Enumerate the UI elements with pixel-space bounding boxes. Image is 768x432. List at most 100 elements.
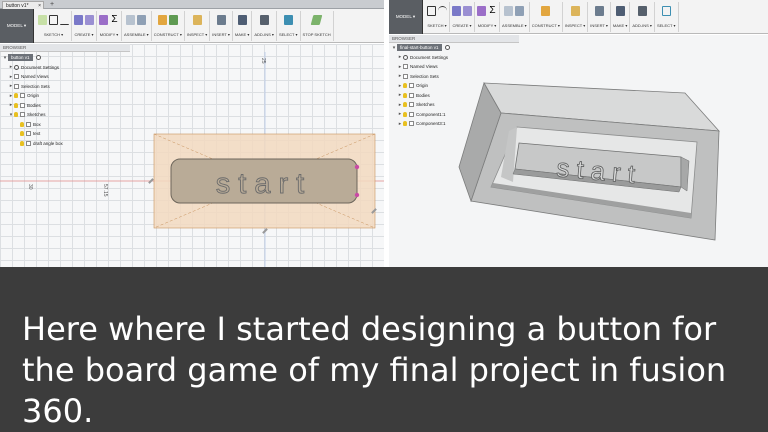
caption-band: Here where I started designing a button … xyxy=(0,267,768,432)
tree-node-origin[interactable]: ▸ Origin xyxy=(389,81,479,91)
tree-node-component3[interactable]: ▸ Component3:1 xyxy=(389,119,479,129)
visibility-bulb-icon[interactable] xyxy=(403,121,407,127)
toolbar-group-inspect[interactable]: INSPECT ▾ xyxy=(185,11,211,41)
tree-node-label: Bodies xyxy=(27,102,41,108)
visibility-bulb-icon[interactable] xyxy=(403,83,407,89)
folder-icon xyxy=(14,83,19,89)
workspace-switcher[interactable]: MODEL ▾ xyxy=(0,9,34,43)
tree-node-label: Box xyxy=(33,121,41,127)
toolbar-group-assemble[interactable]: ASSEMBLE ▾ xyxy=(122,11,152,41)
tree-node-root[interactable]: ▾ final-start-button v1 xyxy=(389,43,479,53)
sketch-point[interactable] xyxy=(354,192,360,198)
toolbar-groups: SKETCH ▾ CREATE ▾ Σ MODIFY ▾ ASSEMBLE ▾ C… xyxy=(425,2,768,32)
sketch-point[interactable] xyxy=(354,164,360,170)
toolbar-group-label: INSERT ▾ xyxy=(590,23,608,28)
toolbar-group-label: CREATE ▾ xyxy=(74,32,94,37)
visibility-bulb-icon[interactable] xyxy=(403,111,407,117)
visibility-bulb-icon[interactable] xyxy=(14,93,18,99)
toolbar-group-add-ins[interactable]: ADD-INS ▾ xyxy=(252,11,277,41)
tree-node-sketch-draft-angle-box[interactable]: draft angle box xyxy=(0,139,90,149)
image-icon xyxy=(216,14,226,25)
tree-node-named-views[interactable]: ▸ Named Views xyxy=(389,62,479,72)
activate-radio-icon[interactable] xyxy=(35,55,41,61)
visibility-bulb-icon[interactable] xyxy=(20,140,24,146)
sketch-icon xyxy=(38,14,47,25)
toolbar-groups: SKETCH ▾ CREATE ▾ Σ MODIFY ▾ ASSEMBLE ▾ C… xyxy=(36,11,384,41)
tree-node-document-settings[interactable]: ▸ Document Settings xyxy=(389,53,479,63)
visibility-bulb-icon[interactable] xyxy=(14,112,18,118)
toolbar-group-label: CREATE ▾ xyxy=(452,23,472,28)
tree-node-bodies[interactable]: ▸ Bodies xyxy=(389,91,479,101)
visibility-bulb-icon[interactable] xyxy=(403,92,407,98)
scripts-icon xyxy=(637,5,647,16)
press-pull-icon xyxy=(99,14,108,25)
visibility-bulb-icon[interactable] xyxy=(20,121,24,127)
dimension-label: 25 xyxy=(260,58,266,64)
tree-node-sketches[interactable]: ▸ Sketches xyxy=(389,100,479,110)
tree-node-sketch-box[interactable]: Box xyxy=(0,120,90,130)
button-text-sketch[interactable]: start xyxy=(215,168,312,201)
toolbar-group-inspect[interactable]: INSPECT ▾ xyxy=(563,2,589,32)
tree-node-label: Named Views xyxy=(410,64,438,70)
tree-node-selection-sets[interactable]: ▸ Selection Sets xyxy=(389,72,479,82)
visibility-bulb-icon[interactable] xyxy=(20,131,24,137)
toolbar-group-construct[interactable]: CONSTRUCT ▾ xyxy=(152,11,185,41)
tree-node-selection-sets[interactable]: ▸ Selection Sets xyxy=(0,82,90,92)
visibility-bulb-icon[interactable] xyxy=(403,102,407,108)
browser-header[interactable]: BROWSER xyxy=(389,35,519,43)
sketch-icon xyxy=(26,131,31,137)
toolbar-group-sketch[interactable]: SKETCH ▾ xyxy=(36,11,72,41)
measure-icon xyxy=(570,5,580,16)
toolbar-group-select[interactable]: SELECT ▾ xyxy=(655,2,679,32)
toolbar-group-add-ins[interactable]: ADD-INS ▾ xyxy=(630,2,655,32)
folder-icon xyxy=(14,74,19,80)
tree-node-root[interactable]: ▾ button v1 xyxy=(0,53,90,63)
left-screenshot: button v1* × + MODEL ▾ SKETCH ▾ CREATE ▾… xyxy=(0,0,384,267)
toolbar-group-label: MODIFY ▾ xyxy=(99,32,119,37)
toolbar-group-sketch[interactable]: SKETCH ▾ xyxy=(425,2,450,32)
joint-icon xyxy=(504,5,514,16)
plane-icon xyxy=(541,5,551,16)
component-icon xyxy=(409,121,414,127)
toolbar-group-make[interactable]: MAKE ▾ xyxy=(233,11,253,41)
tree-node-bodies[interactable]: ▸ Bodies xyxy=(0,101,90,111)
sketch-icon xyxy=(26,140,31,146)
tree-node-named-views[interactable]: ▸ Named Views xyxy=(0,72,90,82)
visibility-bulb-icon[interactable] xyxy=(14,102,18,108)
toolbar-group-insert[interactable]: INSERT ▾ xyxy=(210,11,233,41)
document-tab[interactable]: button v1* × xyxy=(2,1,44,9)
toolbar-group-stop-sketch[interactable]: STOP SKETCH xyxy=(301,11,334,41)
tree-node-origin[interactable]: ▸ Origin xyxy=(0,91,90,101)
toolbar-group-make[interactable]: MAKE ▾ xyxy=(611,2,631,32)
new-tab-icon[interactable]: + xyxy=(50,0,54,9)
dimension-label: 57.15 xyxy=(102,184,108,197)
tree-node-component1[interactable]: ▸ Component1:1 xyxy=(389,110,479,120)
tree-node-document-settings[interactable]: ▸ Document Settings xyxy=(0,63,90,73)
tree-node-label: Bodies xyxy=(416,92,430,98)
toolbar-group-construct[interactable]: CONSTRUCT ▾ xyxy=(530,2,563,32)
toolbar-group-label: CONSTRUCT ▾ xyxy=(531,23,560,28)
toolbar-group-insert[interactable]: INSERT ▾ xyxy=(588,2,611,32)
toolbar-group-modify[interactable]: Σ MODIFY ▾ xyxy=(97,11,122,41)
toolbar-group-modify[interactable]: Σ MODIFY ▾ xyxy=(475,2,500,32)
tree-node-label: Document Settings xyxy=(410,54,449,60)
activate-radio-icon[interactable] xyxy=(444,45,450,51)
dimension-label: 30 xyxy=(27,184,33,190)
workspace-switcher[interactable]: MODEL ▾ xyxy=(389,0,423,34)
browser-header[interactable]: BROWSER xyxy=(0,44,130,52)
toolbar-group-assemble[interactable]: ASSEMBLE ▾ xyxy=(500,2,530,32)
tree-node-sketches[interactable]: ▾ Sketches xyxy=(0,110,90,120)
gear-icon xyxy=(14,64,19,70)
extrude-icon xyxy=(74,14,83,25)
sketch-icon xyxy=(26,121,31,127)
tree-node-label: Origin xyxy=(27,93,40,99)
toolbar-group-create[interactable]: CREATE ▾ xyxy=(450,2,475,32)
image-icon xyxy=(594,5,604,16)
toolbar-group-select[interactable]: SELECT ▾ xyxy=(277,11,301,41)
measure-icon xyxy=(192,14,202,25)
tree-node-label: Named Views xyxy=(21,74,49,80)
joint-icon xyxy=(126,14,136,25)
toolbar-group-label: SKETCH ▾ xyxy=(427,23,447,28)
toolbar-group-create[interactable]: CREATE ▾ xyxy=(72,11,97,41)
tree-node-sketch-text[interactable]: text xyxy=(0,129,90,139)
